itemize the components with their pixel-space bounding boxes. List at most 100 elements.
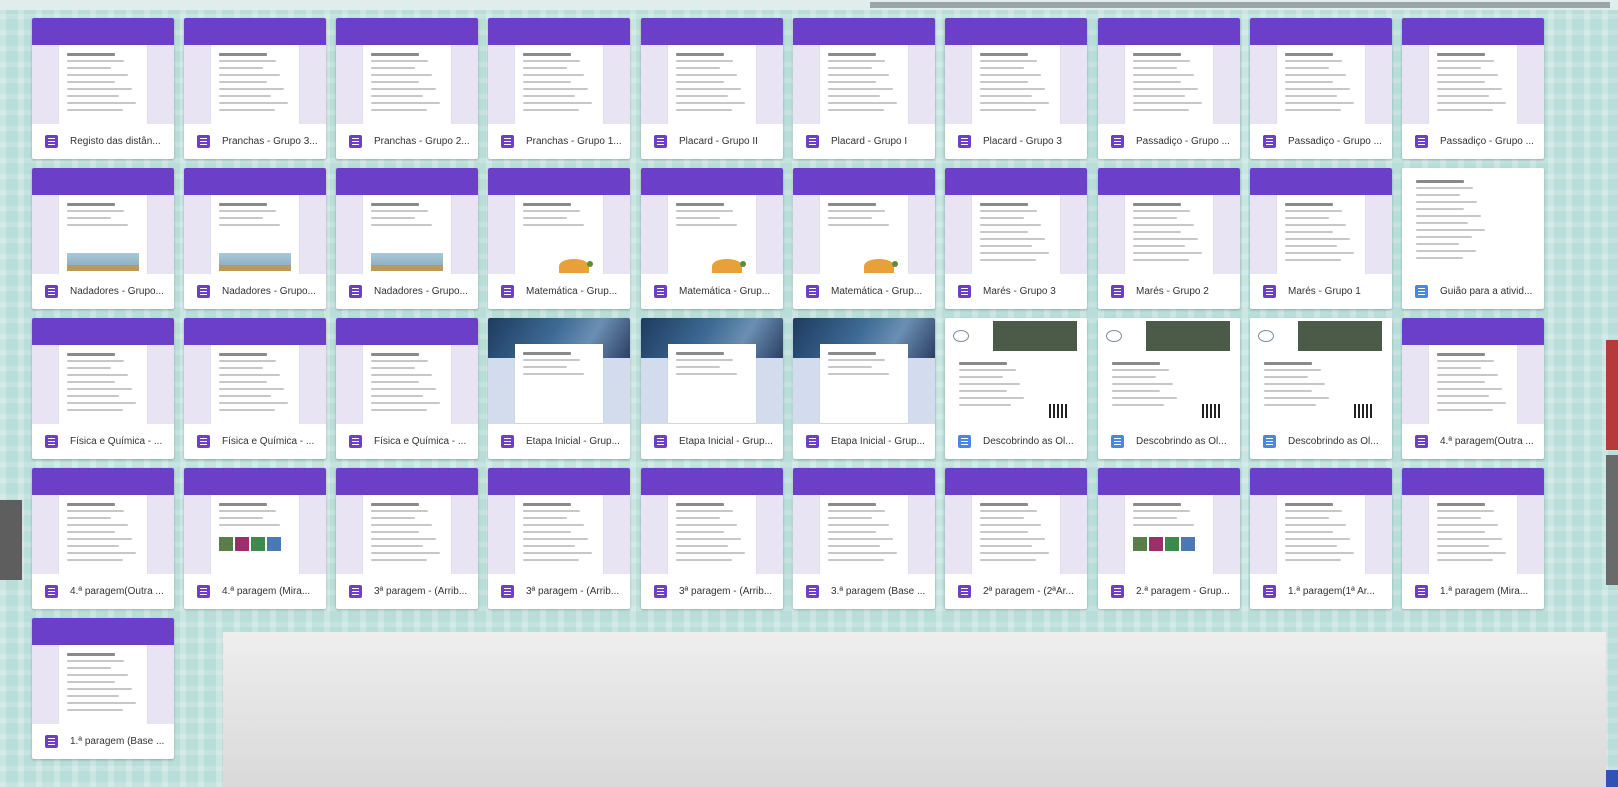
file-card[interactable]: Nadadores - Grupo...: [32, 168, 174, 309]
file-card[interactable]: 3ª paragem - (Arrib...: [488, 468, 630, 609]
file-card[interactable]: Pranchas - Grupo 3...: [184, 18, 326, 159]
thumbnail-text-line: [1285, 203, 1333, 206]
file-card[interactable]: Guião para a ativid...: [1402, 168, 1544, 309]
file-title: Passadiço - Grupo ...: [1136, 136, 1230, 147]
google-forms-icon: [45, 135, 58, 148]
file-card[interactable]: Física e Química - ...: [336, 318, 478, 459]
thumbnail-text-line: [980, 217, 1024, 219]
google-forms-icon: [197, 585, 210, 598]
file-thumbnail: [488, 168, 630, 274]
thumbnail-text-line: [523, 531, 571, 533]
thumbnail-text-line: [371, 360, 428, 362]
file-card[interactable]: Placard - Grupo I: [793, 18, 935, 159]
file-card[interactable]: Placard - Grupo II: [641, 18, 783, 159]
file-card[interactable]: Descobrindo as Ol...: [1098, 318, 1240, 459]
thumbnail-text-line: [67, 552, 136, 554]
fruit-image: [864, 259, 894, 273]
file-card[interactable]: Passadiço - Grupo ...: [1250, 18, 1392, 159]
file-card[interactable]: Nadadores - Grupo...: [184, 168, 326, 309]
thumbnail-text-line: [523, 81, 571, 83]
thumbnail-text-line: [980, 81, 1028, 83]
thumbnail-text-line: [959, 404, 1011, 406]
file-card[interactable]: Pranchas - Grupo 2...: [336, 18, 478, 159]
google-forms-icon: [958, 585, 971, 598]
thumbnail-text-line: [1437, 88, 1502, 90]
file-footer: 3ª paragem - (Arrib...: [641, 574, 783, 609]
file-thumbnail: [641, 318, 783, 424]
google-forms-icon: [1263, 285, 1276, 298]
file-card[interactable]: Descobrindo as Ol...: [945, 318, 1087, 459]
doc-page-preview: [1098, 318, 1240, 424]
file-card[interactable]: Registo das distân...: [32, 18, 174, 159]
file-footer: Física e Química - ...: [32, 424, 174, 459]
file-card[interactable]: Passadiço - Grupo ...: [1402, 18, 1544, 159]
google-forms-icon: [45, 285, 58, 298]
file-card[interactable]: 2.ª paragem - Grup...: [1098, 468, 1240, 609]
file-card[interactable]: Marés - Grupo 1: [1250, 168, 1392, 309]
thumbnail-text-line: [219, 524, 280, 526]
file-thumbnail: [32, 618, 174, 724]
doc-page-preview: [945, 318, 1087, 424]
thumbnail-text-line: [1437, 374, 1498, 376]
file-card[interactable]: 1.ª paragem (Base ...: [32, 618, 174, 759]
thumbnail-text-line: [828, 510, 885, 512]
file-card[interactable]: Marés - Grupo 3: [945, 168, 1087, 309]
file-card[interactable]: Etapa Inicial - Grup...: [488, 318, 630, 459]
thumbnail-text-line: [1133, 524, 1194, 526]
thumbnail-text-line: [523, 67, 567, 69]
file-footer: Nadadores - Grupo...: [32, 274, 174, 309]
file-card[interactable]: 3ª paragem - (Arrib...: [336, 468, 478, 609]
thumbnail-text-line: [959, 383, 1020, 385]
thumbnail-text-line: [67, 81, 115, 83]
file-card[interactable]: 3ª paragem - (Arrib...: [641, 468, 783, 609]
file-card[interactable]: Física e Química - ...: [32, 318, 174, 459]
thumbnail-text-line: [219, 53, 267, 56]
form-preview-sheet: [1277, 45, 1365, 124]
form-header-band: [1098, 468, 1240, 495]
file-card[interactable]: Marés - Grupo 2: [1098, 168, 1240, 309]
form-preview-sheet: [363, 345, 451, 424]
thumbnail-text-line: [959, 362, 1007, 365]
thumbnail-text-line: [1133, 81, 1181, 83]
file-card[interactable]: Física e Química - ...: [184, 318, 326, 459]
file-card[interactable]: Placard - Grupo 3: [945, 18, 1087, 159]
file-card[interactable]: Matemática - Grup...: [641, 168, 783, 309]
thumbnail-text-line: [219, 374, 280, 376]
file-card[interactable]: 1.ª paragem (Mira...: [1402, 468, 1544, 609]
file-card[interactable]: Etapa Inicial - Grup...: [793, 318, 935, 459]
form-preview-sheet: [515, 495, 603, 574]
thumbnail-text-line: [676, 95, 728, 97]
file-card[interactable]: Descobrindo as Ol...: [1250, 318, 1392, 459]
thumbnail-text-line: [1133, 60, 1190, 62]
file-card[interactable]: 4.ª paragem (Mira...: [184, 468, 326, 609]
file-card[interactable]: Pranchas - Grupo 1...: [488, 18, 630, 159]
file-card[interactable]: Matemática - Grup...: [793, 168, 935, 309]
file-card[interactable]: 4.ª paragem(Outra ...: [32, 468, 174, 609]
form-header-band: [793, 18, 935, 45]
thumbnail-text-line: [1416, 229, 1485, 231]
file-thumbnail: [488, 18, 630, 124]
thumbnail-text-line: [67, 409, 123, 411]
file-card[interactable]: 4.ª paragem(Outra ...: [1402, 318, 1544, 459]
thumbnail-text-line: [828, 74, 889, 76]
thumbnail-text-line: [676, 352, 724, 355]
beach-scene-image: [67, 253, 139, 271]
thumbnail-text-line: [1133, 245, 1185, 247]
file-card[interactable]: Passadiço - Grupo ...: [1098, 18, 1240, 159]
thumbnail-text-line: [1285, 538, 1350, 540]
file-card[interactable]: 3.ª paragem (Base ...: [793, 468, 935, 609]
file-card[interactable]: 1.ª paragem(1ª Ar...: [1250, 468, 1392, 609]
thumbnail-text-line: [1437, 102, 1506, 104]
form-preview-sheet: [59, 345, 147, 424]
file-card[interactable]: Nadadores - Grupo...: [336, 168, 478, 309]
file-title: Descobrindo as Ol...: [1136, 436, 1227, 447]
thumbnail-text-line: [980, 510, 1037, 512]
thumbnail-text-line: [828, 217, 872, 219]
form-header-band: [641, 18, 783, 45]
thumbnail-text-line: [371, 353, 419, 356]
file-card[interactable]: Etapa Inicial - Grup...: [641, 318, 783, 459]
form-preview-sheet: [1125, 495, 1213, 574]
file-card[interactable]: 2ª paragem - (2ªAr...: [945, 468, 1087, 609]
file-card[interactable]: Matemática - Grup...: [488, 168, 630, 309]
logo-icon: [1106, 330, 1122, 342]
